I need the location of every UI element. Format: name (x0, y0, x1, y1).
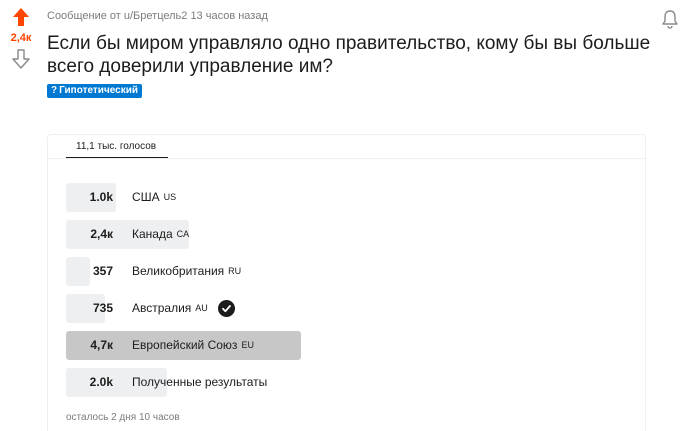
poll-option[interactable]: 2,4к Канада CA (66, 220, 626, 249)
poll-option-label: Полученные результаты (132, 375, 268, 389)
poll-option-count: 4,7к (90, 338, 113, 352)
post-meta: Сообщение от u/Бретцель2 13 часов назад (47, 10, 268, 22)
poll-option[interactable]: 1.0k США US (66, 183, 626, 212)
upvote-arrow-icon[interactable] (10, 6, 32, 28)
poll-box: 11,1 тыс. голосов 1.0k США US 2,4к Канада CA 3… (47, 134, 646, 431)
poll-option-label: Европейский Союз (132, 338, 238, 352)
country-code: EU (241, 340, 254, 350)
flair-label: Гипотетический (59, 85, 139, 96)
poll-option[interactable]: 2.0k Полученные результаты (66, 368, 626, 397)
poll-option-count: 735 (92, 301, 113, 315)
poll-option-text: Канада CA (132, 220, 189, 249)
poll-option-label: Канада (132, 227, 173, 241)
poll-option-text: Полученные результаты (132, 368, 267, 397)
poll-option-label: Великобритания (132, 264, 225, 278)
checkmark-icon (217, 300, 235, 317)
poll-option[interactable]: 357 Великобритания RU (66, 257, 626, 286)
poll-option-count: 2.0k (89, 375, 113, 389)
poll-divider (48, 158, 645, 159)
poll-time-left: осталось 2 дня 10 часов (66, 412, 180, 423)
poll-option[interactable]: 4,7к Европейский Союз EU (66, 331, 626, 360)
poll-option-text: Великобритания RU (132, 257, 241, 286)
poll-option-label: США (132, 190, 160, 204)
poll-option-text: Европейский Союз EU (132, 331, 254, 360)
vote-column: 2,4к (8, 6, 34, 70)
poll-option[interactable]: 735 Австралия AU (66, 294, 626, 323)
post-title[interactable]: Если бы миром управляло одно правительст… (47, 32, 667, 78)
poll-option-count: 2,4к (90, 227, 113, 241)
country-code: RU (228, 266, 242, 276)
flair-badge[interactable]: ? Гипотетический (47, 84, 143, 98)
question-icon: ? (51, 85, 58, 96)
poll-option-count: 357 (92, 264, 113, 278)
poll-vote-total: 11,1 тыс. голосов (66, 141, 169, 159)
poll-option-text: Австралия AU (132, 294, 235, 323)
downvote-arrow-icon[interactable] (10, 48, 32, 70)
country-code: CA (176, 229, 190, 239)
country-code: US (163, 192, 177, 202)
poll-option-label: Австралия (132, 301, 192, 315)
vote-count: 2,4к (10, 32, 32, 44)
notification-bell-icon[interactable] (659, 8, 681, 30)
poll-option-text: США US (132, 183, 176, 212)
poll-option-count: 1.0k (89, 190, 113, 204)
country-code: AU (195, 303, 208, 313)
